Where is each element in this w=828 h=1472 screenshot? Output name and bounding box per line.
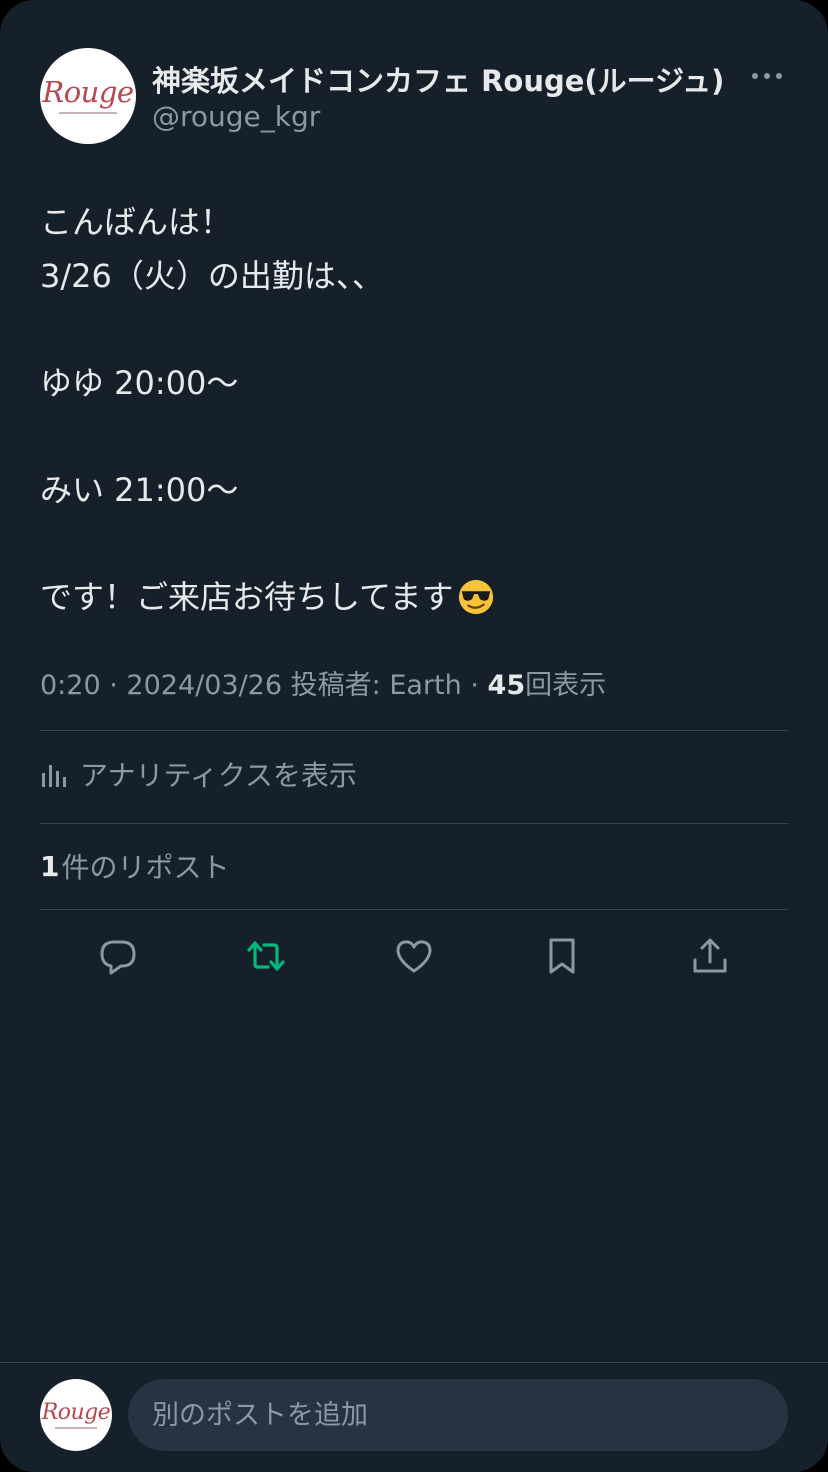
posted-by-label: 投稿者:: [290, 670, 381, 701]
repost-button[interactable]: [240, 930, 292, 982]
meta-separator: ·: [109, 670, 118, 701]
bookmark-icon: [549, 938, 575, 974]
post-header: Rouge 神楽坂メイドコンカフェ Rouge(ルージュ) @rouge_kgr: [40, 48, 788, 144]
reposts-count: 1: [40, 849, 60, 883]
post-line: ゆゆ 20:00～: [40, 363, 239, 402]
divider: [40, 909, 788, 910]
post-text: こんばんは！ 3/26（火）の出勤は、、 ゆゆ 20:00～ みい 21:00～…: [40, 196, 788, 624]
add-post-input[interactable]: [128, 1379, 788, 1451]
reply-composer-bar: Rouge: [0, 1362, 828, 1472]
like-button[interactable]: [388, 930, 440, 982]
share-icon: [693, 938, 727, 973]
divider: [40, 823, 788, 824]
bookmark-button[interactable]: [536, 930, 588, 982]
user-handle[interactable]: @rouge_kgr: [152, 100, 320, 133]
post-meta: 0:20 · 2024/03/26 投稿者: Earth · 45回表示: [40, 664, 606, 708]
analytics-icon: [42, 765, 66, 787]
post-line: [40, 303, 788, 357]
avatar[interactable]: Rouge: [40, 1379, 112, 1451]
post-line: 3/26（火）の出勤は、、: [40, 256, 384, 295]
view-analytics-button[interactable]: アナリティクスを表示: [40, 752, 357, 796]
post-date: 2024/03/26: [126, 670, 283, 701]
reply-button[interactable]: [92, 930, 144, 982]
post-line: みい 21:00～: [40, 470, 239, 509]
reposts-label: 件のリポスト: [61, 851, 230, 884]
meta-separator: ·: [470, 670, 479, 701]
reposts-count-link[interactable]: 1 件のリポスト: [40, 844, 230, 888]
reply-icon: [100, 940, 136, 975]
post-line: [40, 517, 788, 571]
more-options-icon[interactable]: [750, 66, 784, 86]
avatar-logo-underline: [55, 1426, 97, 1429]
avatar-logo-underline: [59, 112, 117, 114]
posted-by-source[interactable]: Earth: [389, 670, 461, 701]
divider: [40, 730, 788, 731]
avatar-logo: Rouge: [41, 1399, 111, 1425]
avatar-logo: Rouge: [42, 75, 134, 109]
avatar[interactable]: Rouge: [40, 48, 136, 144]
action-bar: [0, 930, 828, 982]
display-name[interactable]: 神楽坂メイドコンカフェ Rouge(ルージュ): [152, 58, 724, 100]
post-line-text: です！ご来店お待ちしてます: [40, 577, 454, 616]
analytics-label: アナリティクスを表示: [80, 759, 357, 792]
heart-icon: [396, 940, 432, 973]
post-line: [40, 410, 788, 464]
views-label: 回表示: [525, 670, 607, 701]
views-count: 45: [487, 670, 526, 701]
repost-icon: [247, 941, 285, 971]
post-detail-screen: Rouge 神楽坂メイドコンカフェ Rouge(ルージュ) @rouge_kgr…: [0, 0, 828, 1472]
share-button[interactable]: [684, 930, 736, 982]
post-line: こんばんは！: [40, 203, 233, 241]
post-line-last: です！ご来店お待ちしてます: [40, 571, 788, 625]
sunglasses-emoji-icon: [459, 580, 494, 615]
post-time: 0:20: [40, 670, 101, 701]
